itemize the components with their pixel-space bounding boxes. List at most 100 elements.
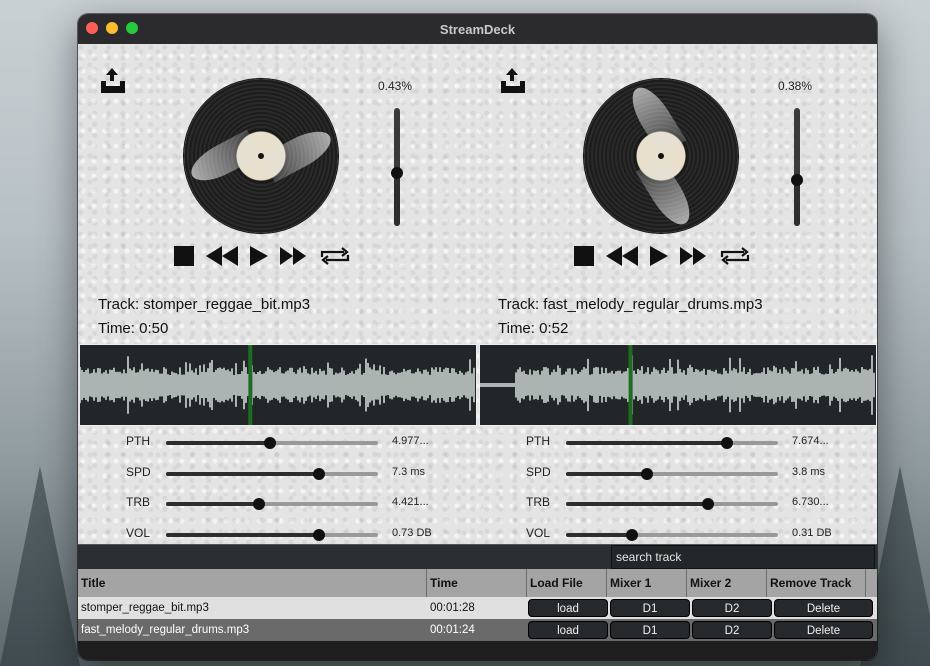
rewind-icon [606,246,638,266]
zoom-button[interactable] [126,22,138,34]
track-name: Track: stomper_reggae_bit.mp3 [98,296,311,313]
param-label: SPD [126,464,151,479]
param-label: VOL [526,525,551,540]
loop-button[interactable] [718,244,752,268]
slider-knob[interactable] [312,528,325,541]
waveform-left[interactable] [79,344,477,426]
param-slider[interactable] [566,528,778,541]
param-value: 6.730... [792,496,829,508]
param-row-trb: TRB 6.730... [478,495,877,526]
slider-knob[interactable] [625,528,638,541]
track-name: Track: fast_melody_regular_drums.mp3 [498,296,763,313]
load-button[interactable]: load [528,599,608,617]
column-header-mixer-2[interactable]: Mixer 2 [687,569,767,597]
param-value: 7.674... [792,435,829,447]
param-row-trb: TRB 4.421... [78,495,478,526]
param-label: PTH [526,434,550,448]
rewind-icon [206,246,238,266]
volume-slider-knob[interactable] [391,166,403,179]
column-header-title[interactable]: Title [78,569,427,597]
param-label: SPD [526,464,551,479]
volume-slider[interactable] [791,108,803,226]
deck-right: 0.38% Track: fast_melody_regular_drums.m… [478,44,877,344]
stop-button[interactable] [174,244,194,268]
close-button[interactable] [86,22,98,34]
volume-slider-fill [794,179,800,226]
fast-forward-icon [680,247,706,265]
param-slider[interactable] [166,498,378,510]
column-header-load-file[interactable]: Load File [527,569,607,597]
param-value: 3.8 ms [792,465,826,478]
param-row-pth: PTH 4.977... [78,434,478,465]
volume-slider-knob[interactable] [791,173,803,186]
param-row-spd: SPD 7.3 ms [78,465,478,496]
waveform-right[interactable] [479,344,877,426]
vinyl-record [584,79,738,233]
play-icon [250,246,268,266]
row-time: 00:01:28 [430,602,475,614]
slider-knob[interactable] [263,437,276,449]
app-window: StreamDeck 0.43% Track: stomper_reggae_b… [78,14,877,660]
loop-icon [320,247,350,265]
volume-percent: 0.38% [778,79,813,93]
params-left: PTH 4.977... SPD 7.3 ms TRB 4.421... VOL 0.7… [78,434,478,556]
search-strip [78,544,877,570]
fast-forward-button[interactable] [680,244,706,268]
track-time: Time: 0:52 [498,320,569,337]
param-value: 4.421... [392,496,429,508]
mixer-2-button[interactable]: D2 [692,621,772,639]
param-slider[interactable] [566,467,778,480]
fast-forward-button[interactable] [280,244,306,268]
eject-tray-icon[interactable] [498,66,528,96]
table-row[interactable]: stomper_reggae_bit.mp3 00:01:28 load D1 … [78,597,877,619]
mixer-1-button[interactable]: D1 [610,621,690,639]
delete-button[interactable]: Delete [774,621,873,639]
param-slider[interactable] [166,437,378,449]
mixer-2-button[interactable]: D2 [692,599,772,617]
transport-controls [574,244,752,268]
playhead-marker[interactable] [628,345,633,425]
column-header-remove-track[interactable]: Remove Track [767,569,866,597]
param-value: 0.31 DB [792,526,832,539]
rewind-button[interactable] [206,244,238,268]
deck-left: 0.43% Track: stomper_reggae_bit.mp3 Time… [78,44,477,344]
transport-controls [174,244,352,268]
param-value: 0.73 DB [392,526,432,539]
mixer-1-button[interactable]: D1 [610,599,690,617]
param-slider[interactable] [566,437,778,449]
table-row[interactable]: fast_melody_regular_drums.mp3 00:01:24 l… [78,619,877,641]
volume-percent: 0.43% [378,79,413,93]
playhead-marker[interactable] [248,345,253,425]
eject-tray-icon[interactable] [98,66,128,96]
slider-knob[interactable] [312,467,325,480]
play-button[interactable] [250,244,268,268]
param-slider[interactable] [166,467,378,480]
volume-slider-fill [394,172,400,226]
params-right: PTH 7.674... SPD 3.8 ms TRB 6.730... VOL 0.3… [478,434,877,556]
row-title: fast_melody_regular_drums.mp3 [81,624,250,636]
delete-button[interactable]: Delete [774,599,873,617]
slider-knob[interactable] [253,498,266,510]
slider-knob[interactable] [640,467,653,480]
table-header: Title Time Load File Mixer 1 Mixer 2 Rem… [78,569,877,597]
play-icon [650,246,668,266]
rewind-button[interactable] [606,244,638,268]
volume-slider[interactable] [391,108,403,226]
play-button[interactable] [650,244,668,268]
stop-icon [174,246,194,266]
param-value: 4.977... [392,435,429,447]
param-slider[interactable] [166,528,378,541]
loop-button[interactable] [318,244,352,268]
stop-button[interactable] [574,244,594,268]
search-input[interactable] [611,545,875,569]
param-slider[interactable] [566,498,778,510]
slider-knob[interactable] [721,437,734,449]
vinyl-record [184,79,338,233]
load-button[interactable]: load [528,621,608,639]
column-header-time[interactable]: Time [427,569,527,597]
column-header-mixer-1[interactable]: Mixer 1 [607,569,687,597]
track-time: Time: 0:50 [98,320,169,337]
slider-knob[interactable] [702,498,715,510]
minimize-button[interactable] [106,22,118,34]
decks-area: 0.43% Track: stomper_reggae_bit.mp3 Time… [78,44,877,544]
